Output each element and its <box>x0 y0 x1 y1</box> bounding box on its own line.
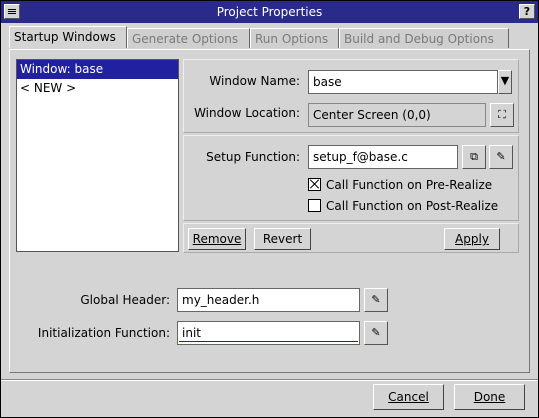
apply-button-label: Apply <box>455 232 489 246</box>
done-button-label: Done <box>473 390 506 404</box>
window-name-label: Window Name: <box>209 74 300 88</box>
window-title: Project Properties <box>216 5 323 19</box>
divider <box>1 380 538 381</box>
title-bar[interactable]: Project Properties ? <box>1 1 538 23</box>
global-header-label: Global Header: <box>80 293 170 307</box>
tab-run-options[interactable]: Run Options <box>250 28 339 48</box>
window-location-label: Window Location: <box>194 106 300 120</box>
tab-startup-windows[interactable]: Startup Windows <box>9 26 127 48</box>
tab-generate-options[interactable]: Generate Options <box>127 28 250 48</box>
cancel-button[interactable]: Cancel <box>373 384 444 410</box>
tab-build-debug-options[interactable]: Build and Debug Options <box>339 28 509 48</box>
post-realize-checkbox[interactable]: Call Function on Post-Realize <box>308 199 498 213</box>
checkbox-unchecked-icon[interactable] <box>308 199 321 212</box>
project-properties-window: Project Properties ? Startup Windows Gen… <box>0 0 539 418</box>
apply-button[interactable]: Apply <box>444 228 500 250</box>
pencil-icon[interactable]: ✎ <box>364 288 388 312</box>
list-item[interactable]: Window: base <box>17 60 178 79</box>
pre-realize-checkbox[interactable]: Call Function on Pre-Realize <box>308 178 492 192</box>
done-button[interactable]: Done <box>454 384 525 410</box>
setup-function-field[interactable]: setup_f@base.c <box>308 145 458 169</box>
cancel-button-label: Cancel <box>388 390 429 404</box>
setup-function-label: Setup Function: <box>206 150 300 164</box>
copy-icon[interactable]: ⧉ <box>462 145 486 169</box>
init-function-value: init <box>182 326 201 340</box>
post-realize-label: Call Function on Post-Realize <box>326 199 499 213</box>
init-function-label: Initialization Function: <box>37 326 170 340</box>
checkbox-checked-icon[interactable] <box>308 178 321 191</box>
window-list[interactable]: Window: base < NEW > <box>16 59 179 252</box>
remove-button-label: Remove <box>192 232 242 246</box>
help-button[interactable]: ? <box>519 4 535 19</box>
pre-realize-label: Call Function on Pre-Realize <box>326 178 493 192</box>
init-function-field[interactable]: init <box>177 321 360 345</box>
window-location-field: Center Screen (0,0) <box>308 103 486 127</box>
location-picker-icon[interactable]: ⛶ <box>490 103 514 127</box>
revert-button-label: Revert <box>262 232 303 246</box>
list-item[interactable]: < NEW > <box>17 79 178 98</box>
pencil-icon[interactable]: ✎ <box>489 145 513 169</box>
remove-button[interactable]: Remove <box>188 228 246 250</box>
pencil-icon[interactable]: ✎ <box>364 321 388 345</box>
global-header-field[interactable]: my_header.h <box>177 288 360 312</box>
revert-button[interactable]: Revert <box>254 228 311 250</box>
arrow-down-icon[interactable]: ▼ <box>498 70 512 94</box>
focus-underline <box>179 341 358 342</box>
window-name-field[interactable]: base <box>308 70 498 94</box>
